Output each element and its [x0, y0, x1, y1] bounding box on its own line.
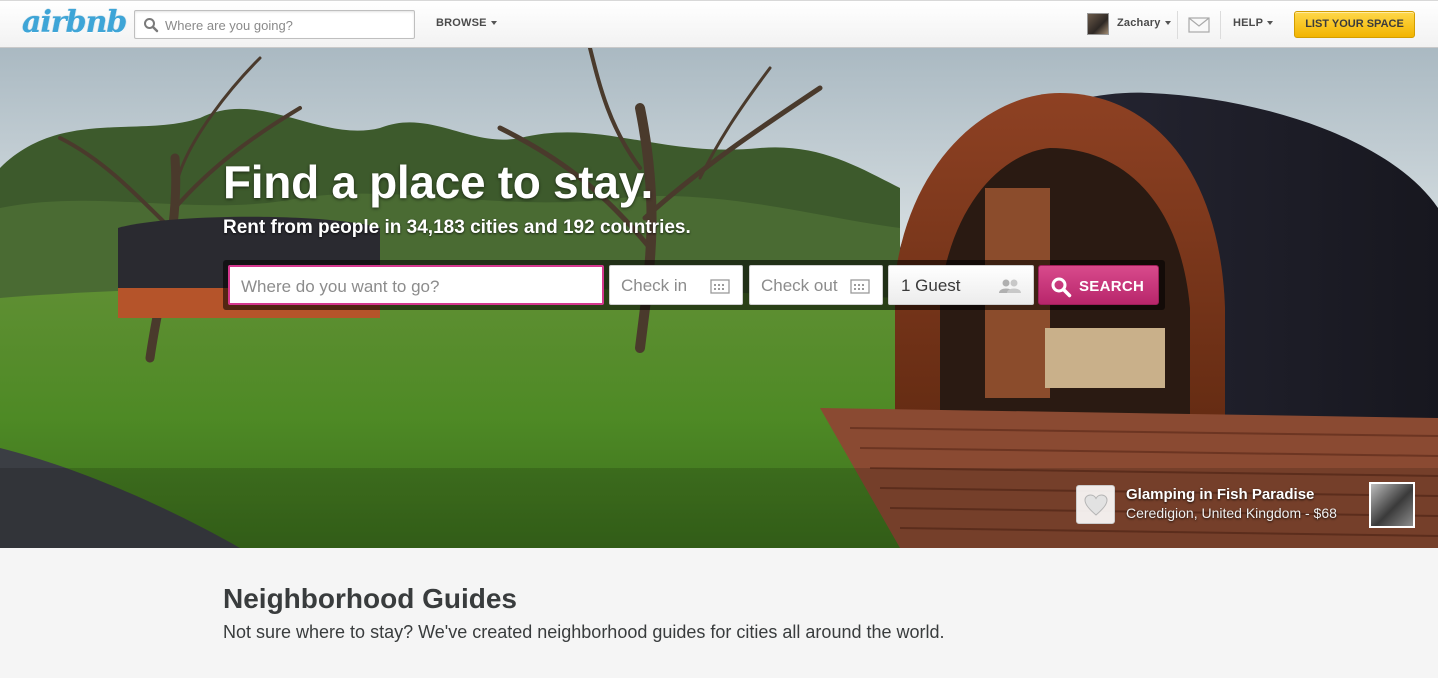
user-menu[interactable]: Zachary: [1117, 17, 1171, 29]
featured-listing-name[interactable]: Glamping in Fish Paradise: [1126, 486, 1314, 503]
neighborhood-guides-title: Neighborhood Guides: [223, 583, 517, 614]
heart-icon: [1084, 494, 1108, 516]
destination-input[interactable]: [241, 276, 591, 298]
guests-value: 1 Guest: [901, 276, 961, 295]
people-icon: [999, 279, 1021, 293]
calendar-icon: [710, 279, 730, 294]
search-icon: [144, 18, 159, 33]
search-button[interactable]: SEARCH: [1038, 265, 1159, 305]
check-out-input[interactable]: [761, 275, 845, 297]
avatar[interactable]: [1087, 13, 1109, 35]
destination-field[interactable]: [228, 265, 604, 305]
host-avatar[interactable]: [1369, 482, 1415, 528]
help-menu[interactable]: HELP: [1233, 17, 1274, 29]
hero-title: Find a place to stay.: [223, 156, 653, 208]
browse-label: BROWSE: [436, 17, 487, 29]
check-out-field[interactable]: [749, 265, 883, 305]
calendar-icon: [850, 279, 870, 294]
list-your-space-button[interactable]: LIST YOUR SPACE: [1294, 11, 1415, 38]
wishlist-heart-button[interactable]: [1076, 485, 1115, 524]
divider: [1177, 11, 1178, 39]
guests-select[interactable]: 1 Guest: [888, 265, 1034, 305]
user-name: Zachary: [1117, 17, 1161, 29]
neighborhood-guides-description: Not sure where to stay? We've created ne…: [223, 622, 945, 642]
search-button-label: SEARCH: [1079, 278, 1145, 295]
help-label: HELP: [1233, 17, 1264, 29]
divider: [1220, 11, 1221, 39]
check-in-input[interactable]: [621, 275, 701, 297]
featured-listing-location: Ceredigion, United Kingdom - $68: [1126, 505, 1337, 521]
top-navigation-bar: airbnb BROWSE Zachary HELP LIST YOUR SPA…: [0, 0, 1438, 48]
browse-menu[interactable]: BROWSE: [436, 17, 497, 29]
search-icon: [1051, 277, 1072, 298]
hero-banner: Find a place to stay. Rent from people i…: [0, 48, 1438, 548]
hero-subtitle: Rent from people in 34,183 cities and 19…: [223, 217, 691, 238]
header-search-box[interactable]: [134, 10, 415, 39]
airbnb-logo[interactable]: airbnb: [22, 5, 127, 43]
caret-down-icon: [1267, 21, 1274, 26]
caret-down-icon: [490, 21, 497, 26]
envelope-icon[interactable]: [1188, 16, 1210, 34]
main-search-bar: 1 Guest SEARCH: [223, 260, 1165, 310]
caret-down-icon: [1164, 21, 1171, 26]
header-search-input[interactable]: [165, 15, 405, 35]
check-in-field[interactable]: [609, 265, 743, 305]
